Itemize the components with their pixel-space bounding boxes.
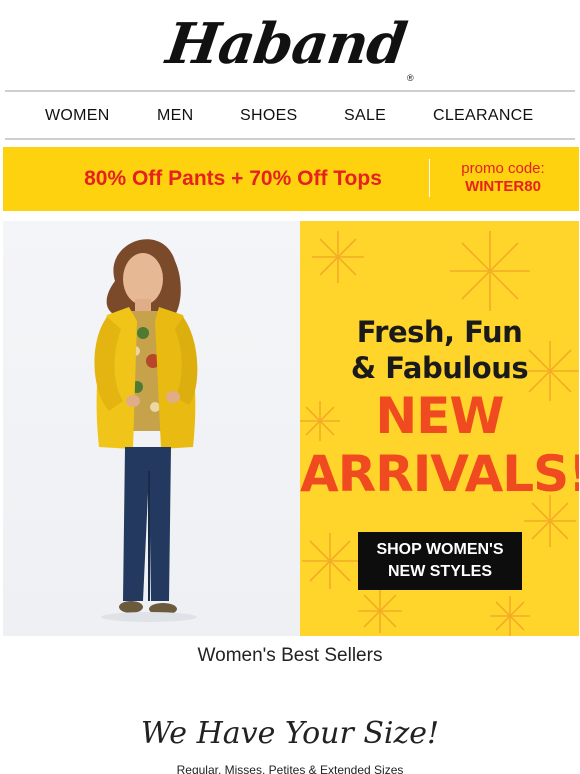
size-subtitle: Regular, Misses, Petites & Extended Size… xyxy=(176,763,404,774)
hero-line-2: & Fabulous xyxy=(350,351,529,385)
logo[interactable]: Haband ® xyxy=(0,0,580,88)
promo-banner[interactable]: 80% Off Pants + 70% Off Tops promo code:… xyxy=(3,147,579,211)
cta-line-2: NEW STYLES xyxy=(387,563,492,580)
shop-womens-new-styles-button[interactable]: SHOP WOMEN'S NEW STYLES xyxy=(358,532,522,590)
promo-divider xyxy=(429,159,430,197)
cta-line-1: SHOP WOMEN'S xyxy=(376,541,504,558)
logo-text: Haband xyxy=(162,11,411,77)
main-nav: WOMEN MEN SHOES SALE CLEARANCE xyxy=(5,90,575,140)
promo-code-label: promo code: xyxy=(461,160,545,177)
model-photo[interactable] xyxy=(3,221,300,636)
nav-sale[interactable]: SALE xyxy=(344,107,386,125)
hero-line-4: ARRIVALS! xyxy=(300,445,579,503)
size-heading: We Have Your Size! xyxy=(140,716,440,751)
model-illustration xyxy=(94,239,198,622)
hero: Fresh, Fun & Fabulous NEW ARRIVALS! SHOP… xyxy=(3,221,579,636)
promo-code: WINTER80 xyxy=(465,178,541,195)
nav-women[interactable]: WOMEN xyxy=(45,107,110,125)
hero-line-1: Fresh, Fun xyxy=(356,315,523,349)
nav-clearance[interactable]: CLEARANCE xyxy=(433,107,534,125)
nav-men[interactable]: MEN xyxy=(157,107,193,125)
hero-line-3: NEW xyxy=(375,387,504,445)
best-sellers-link[interactable]: Women's Best Sellers xyxy=(0,645,580,667)
nav-shoes[interactable]: SHOES xyxy=(240,107,298,125)
promo-headline: 80% Off Pants + 70% Off Tops xyxy=(84,167,382,190)
registered-mark: ® xyxy=(406,73,414,83)
new-arrivals-banner[interactable]: Fresh, Fun & Fabulous NEW ARRIVALS! SHOP… xyxy=(300,221,579,636)
